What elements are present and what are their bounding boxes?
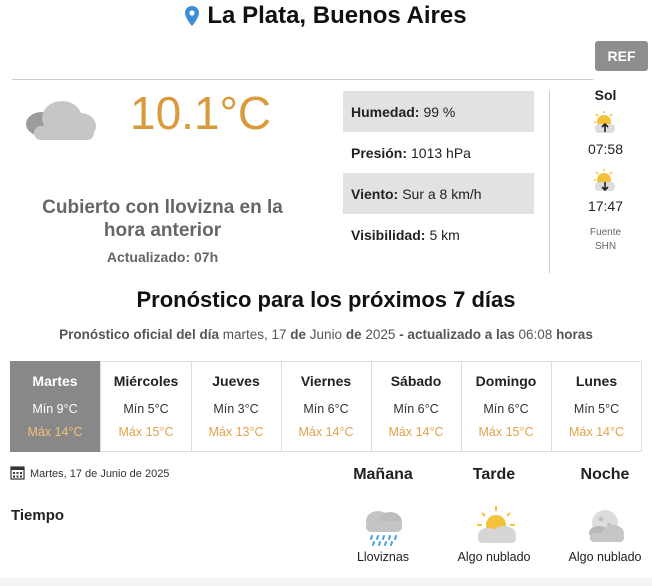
period-manana: Mañana xyxy=(353,466,413,483)
cloudy-icon xyxy=(26,101,96,140)
day-tab-miercoles[interactable]: Miércoles Mín 5°C Máx 15°C xyxy=(101,361,192,452)
day-tab-viernes[interactable]: Viernes Mín 6°C Máx 14°C xyxy=(281,361,372,452)
day-tab-martes[interactable]: Martes Mín 9°C Máx 14°C xyxy=(10,361,101,452)
divider xyxy=(12,79,593,80)
weather-label-noche: Algo nublado xyxy=(568,550,642,564)
source-label: Fuente xyxy=(589,227,622,238)
humidity-stat: Humedad: 99 % xyxy=(343,91,534,132)
day-tab-lunes[interactable]: Lunes Mín 5°C Máx 14°C xyxy=(551,361,642,452)
source-name: SHN xyxy=(594,241,617,252)
sunrise-icon xyxy=(594,111,615,133)
partly-cloudy-night-icon xyxy=(589,510,624,542)
footer-band xyxy=(0,578,652,586)
divider xyxy=(549,91,550,273)
sunrise-time: 07:58 xyxy=(587,141,624,157)
weather-label-manana: Lloviznas xyxy=(356,550,410,564)
row-label-tiempo: Tiempo xyxy=(11,507,65,524)
current-description: Cubierto con llovizna en la hora anterio… xyxy=(42,197,283,241)
period-tarde: Tarde xyxy=(472,466,516,483)
location-header: La Plata, Buenos Aires xyxy=(0,0,652,32)
calendar-icon xyxy=(10,466,25,480)
forecast-subtitle: Pronóstico oficial del día martes, 17 de… xyxy=(59,327,593,342)
ref-button[interactable]: REF xyxy=(595,41,648,71)
wind-stat: Viento: Sur a 8 km/h xyxy=(343,173,534,214)
sun-title: Sol xyxy=(594,87,617,103)
pressure-stat: Presión: 1013 hPa xyxy=(351,144,471,161)
sunset-time: 17:47 xyxy=(587,198,624,214)
partly-cloudy-day-icon xyxy=(477,506,516,543)
forecast-title: Pronóstico para los próximos 7 días xyxy=(136,287,516,312)
location-pin-icon xyxy=(185,6,200,26)
day-tab-jueves[interactable]: Jueves Mín 3°C Máx 13°C xyxy=(191,361,282,452)
period-noche: Noche xyxy=(580,466,630,483)
detail-date: Martes, 17 de Junio de 2025 xyxy=(30,468,170,480)
drizzle-icon xyxy=(366,511,402,546)
current-temperature: 10.1°C xyxy=(130,87,272,139)
sunset-icon xyxy=(594,169,615,192)
weather-label-tarde: Algo nublado xyxy=(457,550,531,564)
day-tab-domingo[interactable]: Domingo Mín 6°C Máx 15°C xyxy=(461,361,552,452)
location-title: La Plata, Buenos Aires xyxy=(207,2,467,29)
day-tab-sabado[interactable]: Sábado Mín 6°C Máx 14°C xyxy=(371,361,462,452)
updated-time: Actualizado: 07h xyxy=(106,249,219,265)
visibility-stat: Visibilidad: 5 km xyxy=(351,226,460,243)
